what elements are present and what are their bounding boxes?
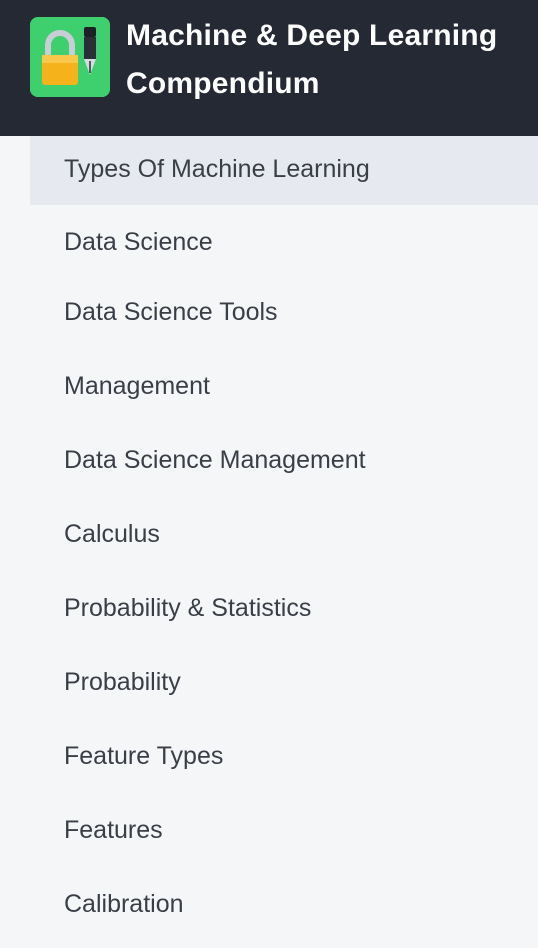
app-title[interactable]: Machine & Deep Learning Compendium xyxy=(126,12,526,108)
sidebar-item-types-of-machine-learning[interactable]: Types Of Machine Learning xyxy=(30,136,538,205)
sidebar-item-calibration[interactable]: Calibration xyxy=(30,871,538,945)
padlock-pen-icon[interactable] xyxy=(30,17,110,97)
sidebar-nav: Types Of Machine Learning Data Science D… xyxy=(0,136,538,948)
sidebar-item-probability-statistics[interactable]: Probability & Statistics xyxy=(30,575,538,649)
sidebar-item-data-science-tools[interactable]: Data Science Tools xyxy=(30,279,538,353)
sidebar-item-feature-types[interactable]: Feature Types xyxy=(30,723,538,797)
app-title-line2: Compendium xyxy=(126,67,320,100)
sidebar-item-probability[interactable]: Probability xyxy=(30,649,538,723)
sidebar-item-data-science-management[interactable]: Data Science Management xyxy=(30,427,538,501)
sidebar-item-data-science[interactable]: Data Science xyxy=(30,205,538,279)
sidebar-item-management[interactable]: Management xyxy=(30,353,538,427)
app-header: Machine & Deep Learning Compendium xyxy=(0,0,538,136)
app-title-line1: Machine & Deep Learning xyxy=(126,19,498,52)
sidebar-item-features[interactable]: Features xyxy=(30,797,538,871)
sidebar-item-calculus[interactable]: Calculus xyxy=(30,501,538,575)
